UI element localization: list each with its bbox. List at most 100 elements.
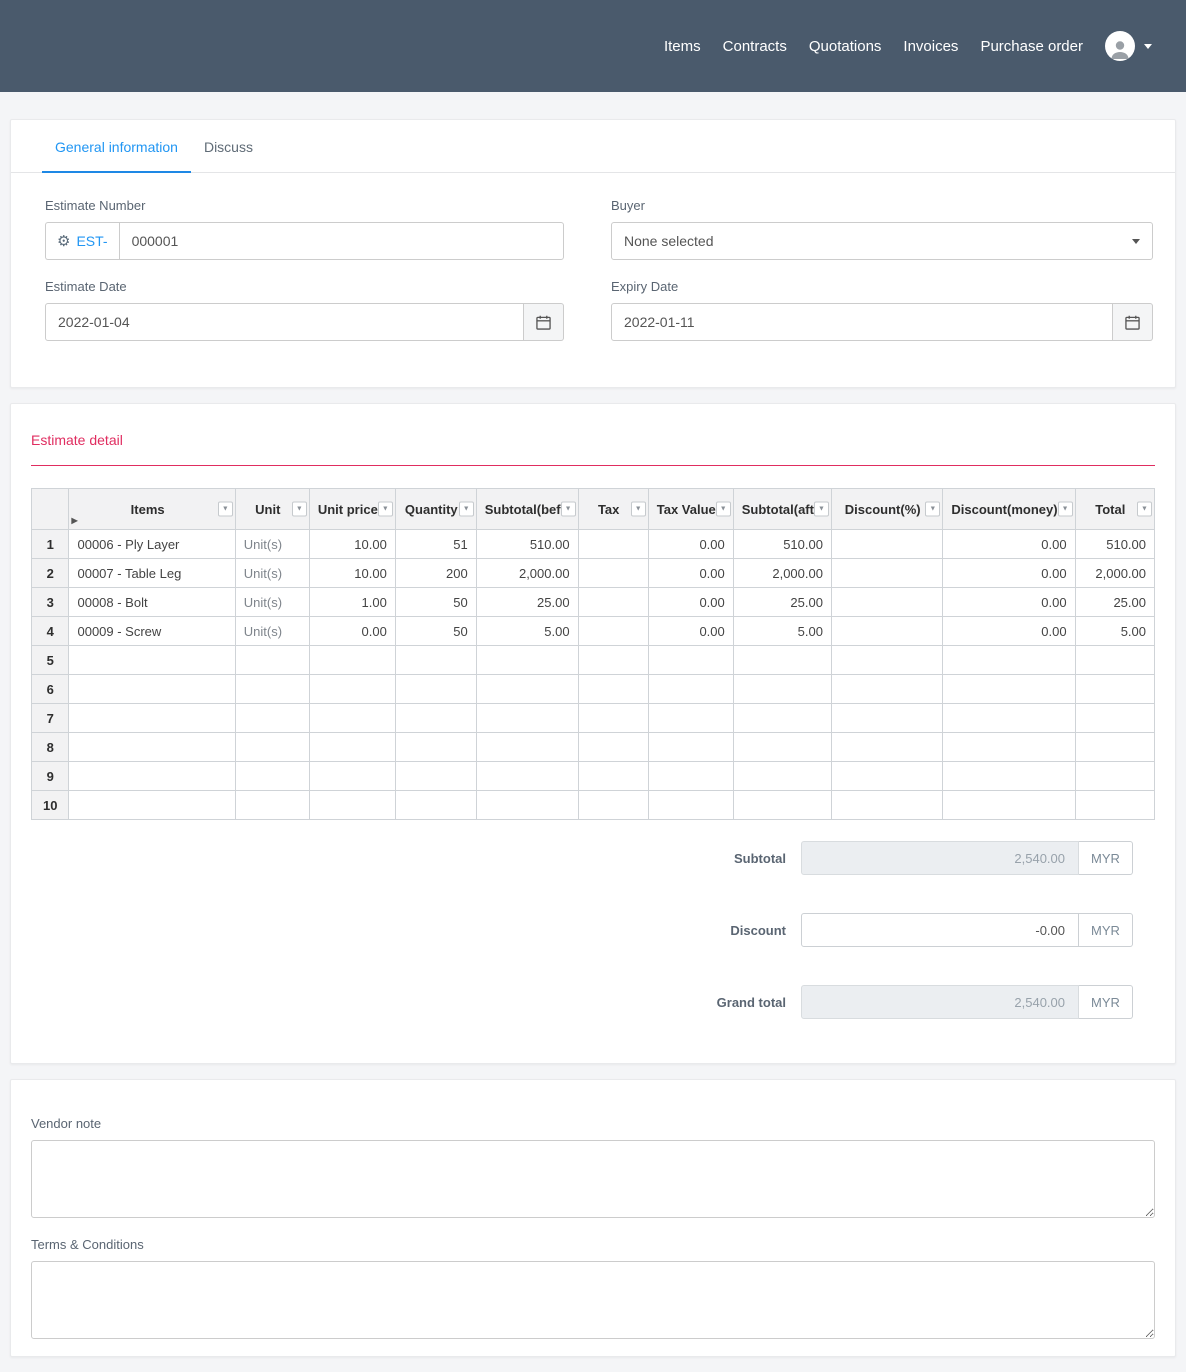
row-number[interactable]: 5: [30, 645, 70, 675]
column-filter-icon[interactable]: ▼: [1057, 501, 1073, 517]
grid-cell[interactable]: [830, 616, 944, 646]
grid-cell[interactable]: [732, 674, 832, 704]
grid-cell[interactable]: [1074, 645, 1156, 675]
grid-cell[interactable]: Unit(s): [234, 616, 310, 646]
grid-cell[interactable]: [394, 645, 477, 675]
grid-cell[interactable]: 25.00: [1074, 587, 1156, 617]
grand-total-currency-button[interactable]: MYR: [1079, 985, 1133, 1019]
grid-cell[interactable]: [647, 732, 734, 762]
column-header-tax-value[interactable]: Tax Value ▼: [647, 488, 734, 530]
nav-item-contracts[interactable]: Contracts: [723, 38, 787, 55]
grid-cell[interactable]: [394, 790, 477, 820]
grid-cell[interactable]: [1074, 703, 1156, 733]
grid-cell[interactable]: [830, 529, 944, 559]
user-avatar-icon[interactable]: [1105, 31, 1135, 61]
column-filter-icon[interactable]: ▼: [630, 501, 646, 517]
grid-cell[interactable]: [308, 790, 396, 820]
grid-cell[interactable]: [647, 703, 734, 733]
column-header-total[interactable]: Total ▼: [1074, 488, 1156, 530]
grid-cell[interactable]: [577, 703, 649, 733]
grid-cell[interactable]: [942, 732, 1076, 762]
grid-cell[interactable]: [1074, 790, 1156, 820]
grid-cell[interactable]: [647, 645, 734, 675]
grid-cell[interactable]: [577, 558, 649, 588]
grid-cell[interactable]: [830, 645, 944, 675]
row-number[interactable]: 3: [30, 587, 70, 617]
grid-cell[interactable]: [308, 674, 396, 704]
grid-cell[interactable]: [234, 732, 310, 762]
grid-cell[interactable]: [942, 790, 1076, 820]
grid-cell[interactable]: [68, 790, 236, 820]
column-header-subtotal-aft[interactable]: Subtotal(aft ▼: [732, 488, 832, 530]
grid-cell[interactable]: [732, 703, 832, 733]
grid-cell[interactable]: [234, 674, 310, 704]
row-number[interactable]: 9: [30, 761, 70, 791]
grid-cell[interactable]: 5.00: [1074, 616, 1156, 646]
grid-cell[interactable]: 0.00: [942, 558, 1076, 588]
grid-cell[interactable]: [732, 732, 832, 762]
row-number[interactable]: 2: [30, 558, 70, 588]
grid-cell[interactable]: [942, 674, 1076, 704]
discount-currency-button[interactable]: MYR: [1079, 913, 1133, 947]
grid-cell[interactable]: [647, 761, 734, 791]
grid-cell[interactable]: [394, 732, 477, 762]
grid-cell[interactable]: 00006 - Ply Layer: [68, 529, 236, 559]
grid-cell[interactable]: [68, 674, 236, 704]
grid-cell[interactable]: [234, 703, 310, 733]
grid-cell[interactable]: 2,000.00: [1074, 558, 1156, 588]
grid-cell[interactable]: [1074, 674, 1156, 704]
column-header-items[interactable]: ▶ Items ▼: [68, 488, 236, 530]
grid-cell[interactable]: [830, 790, 944, 820]
column-filter-icon[interactable]: ▼: [291, 501, 307, 517]
grid-cell[interactable]: 0.00: [647, 587, 734, 617]
row-number[interactable]: 8: [30, 732, 70, 762]
grid-cell[interactable]: [234, 761, 310, 791]
calendar-icon[interactable]: [524, 303, 564, 341]
grid-cell[interactable]: [1074, 761, 1156, 791]
column-filter-icon[interactable]: ▼: [715, 501, 731, 517]
grid-cell[interactable]: [475, 674, 579, 704]
grid-cell[interactable]: 50: [394, 616, 477, 646]
grid-cell[interactable]: 10.00: [308, 529, 396, 559]
grid-cell[interactable]: 5.00: [732, 616, 832, 646]
grid-cell[interactable]: [394, 703, 477, 733]
calendar-icon[interactable]: [1113, 303, 1153, 341]
grid-cell[interactable]: [647, 674, 734, 704]
grid-cell[interactable]: [830, 674, 944, 704]
grid-cell[interactable]: 50: [394, 587, 477, 617]
column-filter-icon[interactable]: ▼: [377, 501, 393, 517]
nav-item-invoices[interactable]: Invoices: [903, 38, 958, 55]
grid-cell[interactable]: 510.00: [732, 529, 832, 559]
grid-cell[interactable]: [308, 703, 396, 733]
grid-cell[interactable]: [942, 645, 1076, 675]
grid-cell[interactable]: [68, 703, 236, 733]
grid-cell[interactable]: 0.00: [647, 558, 734, 588]
grid-cell[interactable]: 0.00: [647, 529, 734, 559]
column-filter-icon[interactable]: ▼: [458, 501, 474, 517]
grid-cell[interactable]: [475, 703, 579, 733]
grid-cell[interactable]: [830, 761, 944, 791]
grid-cell[interactable]: [1074, 732, 1156, 762]
row-number[interactable]: 10: [30, 790, 70, 820]
grid-cell[interactable]: [577, 645, 649, 675]
grid-cell[interactable]: [577, 732, 649, 762]
grid-cell[interactable]: 51: [394, 529, 477, 559]
grid-cell[interactable]: 00007 - Table Leg: [68, 558, 236, 588]
grid-cell[interactable]: [577, 529, 649, 559]
grid-cell[interactable]: Unit(s): [234, 587, 310, 617]
grid-cell[interactable]: [577, 674, 649, 704]
tab-general-information[interactable]: General information: [42, 120, 191, 173]
grid-cell[interactable]: [475, 645, 579, 675]
grid-cell[interactable]: [942, 761, 1076, 791]
column-header-tax[interactable]: Tax ▼: [577, 488, 649, 530]
grid-cell[interactable]: [732, 645, 832, 675]
grid-cell[interactable]: 1.00: [308, 587, 396, 617]
estimate-date-input[interactable]: [45, 303, 524, 341]
grid-cell[interactable]: 510.00: [1074, 529, 1156, 559]
column-filter-icon[interactable]: ▼: [813, 501, 829, 517]
grid-cell[interactable]: 0.00: [942, 616, 1076, 646]
column-header-discount-money[interactable]: Discount(money) ▼: [942, 488, 1076, 530]
grid-cell[interactable]: 0.00: [942, 587, 1076, 617]
grid-cell[interactable]: 2,000.00: [732, 558, 832, 588]
row-number[interactable]: 4: [30, 616, 70, 646]
